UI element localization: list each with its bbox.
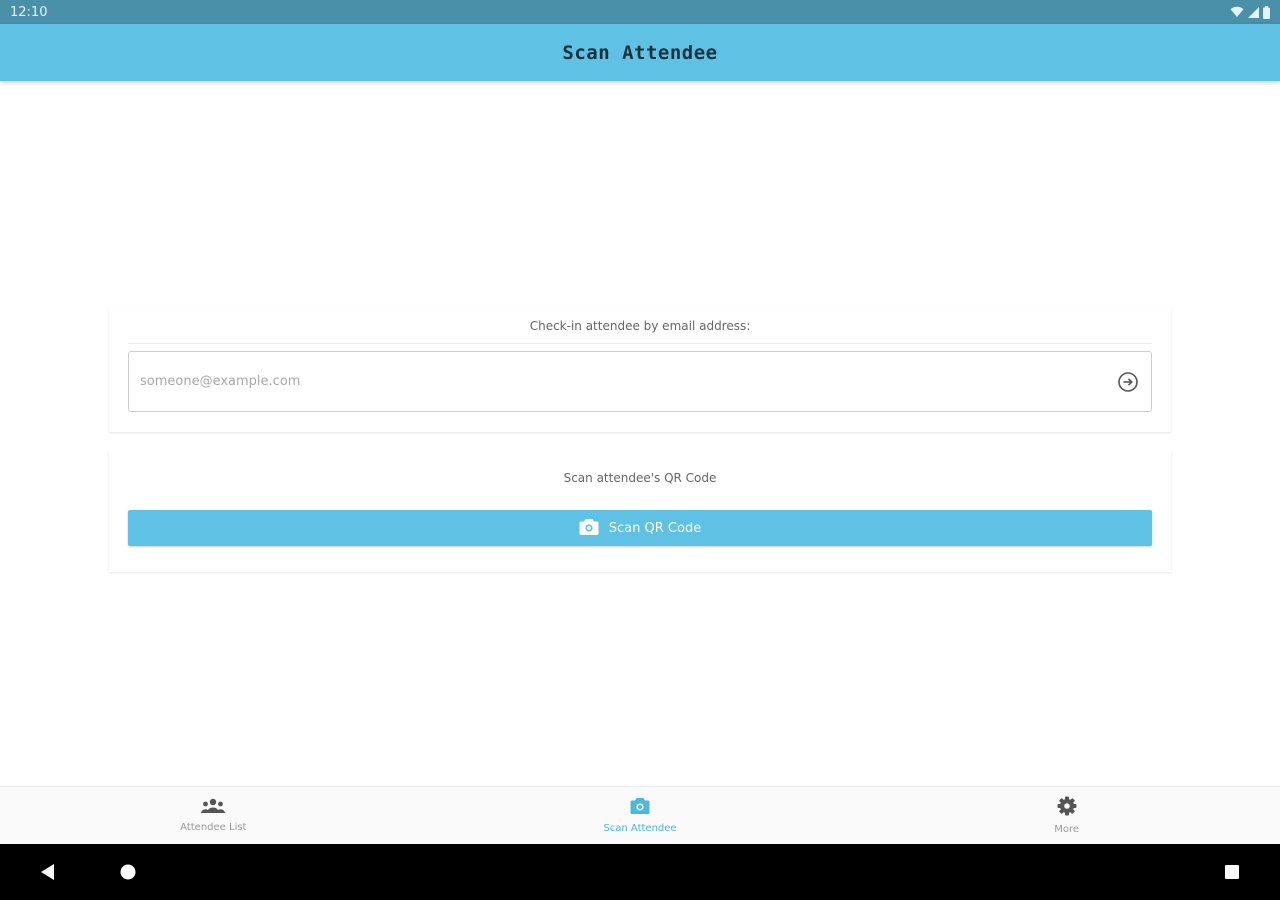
gear-icon — [1057, 796, 1077, 820]
scan-qr-button[interactable]: Scan QR Code — [128, 510, 1152, 546]
divider — [128, 343, 1152, 344]
nav-item-attendee-list[interactable]: Attendee List — [0, 787, 427, 844]
back-icon[interactable] — [20, 844, 76, 900]
email-checkin-label: Check-in attendee by email address: — [529, 319, 751, 333]
nav-label-attendee-list: Attendee List — [180, 822, 247, 833]
recents-icon[interactable] — [1204, 844, 1260, 900]
home-icon[interactable] — [100, 844, 156, 900]
people-icon — [200, 798, 226, 818]
signal-icon — [1248, 6, 1259, 18]
nav-item-more[interactable]: More — [853, 787, 1280, 844]
camera-icon — [630, 797, 650, 819]
scan-qr-button-label: Scan QR Code — [608, 520, 702, 536]
nav-item-scan-attendee[interactable]: Scan Attendee — [427, 787, 854, 844]
email-field[interactable] — [128, 351, 1152, 412]
status-icons — [1230, 5, 1270, 19]
arrow-circle-right-icon[interactable] — [1117, 371, 1139, 393]
qr-checkin-label: Scan attendee's QR Code — [563, 471, 717, 485]
nav-label-more: More — [1054, 824, 1080, 835]
email-checkin-card: Check-in attendee by email address: — [109, 308, 1171, 432]
bottom-nav: Attendee List Scan Attendee More — [0, 786, 1280, 844]
email-input[interactable] — [140, 374, 1100, 389]
page-title: Scan Attendee — [562, 41, 718, 64]
camera-icon — [579, 518, 599, 539]
qr-checkin-card: Scan attendee's QR Code Scan QR Code — [109, 450, 1171, 572]
status-bar: 12:10 — [0, 0, 1280, 24]
nav-label-scan-attendee: Scan Attendee — [603, 823, 677, 834]
status-time: 12:10 — [10, 4, 48, 20]
wifi-icon — [1230, 6, 1244, 18]
app-bar: Scan Attendee — [0, 24, 1280, 81]
system-nav-bar — [0, 844, 1280, 900]
battery-icon — [1263, 5, 1270, 19]
